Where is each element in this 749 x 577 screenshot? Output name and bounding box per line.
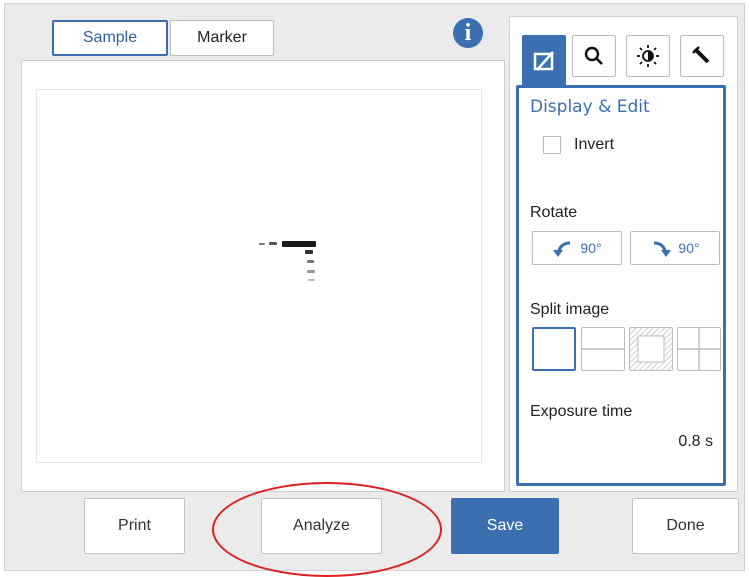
split-image-label: Split image xyxy=(530,301,610,318)
image-panel xyxy=(21,60,505,492)
split-none-button[interactable] xyxy=(532,327,576,371)
rotate-left-icon xyxy=(553,241,571,257)
blot-band xyxy=(307,260,314,263)
blot-band xyxy=(282,241,316,247)
done-button[interactable]: Done xyxy=(632,498,739,554)
split-horizontal-icon xyxy=(582,348,624,350)
print-button[interactable]: Print xyxy=(84,498,185,554)
exposure-time-value: 0.8 s xyxy=(678,433,713,450)
split-quad-icon xyxy=(678,328,720,370)
gel-image[interactable] xyxy=(36,89,482,463)
search-icon xyxy=(584,46,603,65)
imager-window: Sample Marker i Display & Edit Invert Ro… xyxy=(4,3,745,577)
blot-band xyxy=(307,270,315,273)
marker-tool-button[interactable] xyxy=(680,35,724,77)
split-frame-icon xyxy=(630,328,672,370)
rotate-left-label: 90° xyxy=(580,240,602,256)
brightness-icon xyxy=(637,45,659,67)
settings-title: Display & Edit xyxy=(530,97,650,117)
rotate-right-button[interactable]: 90° xyxy=(630,231,720,265)
display-edit-icon xyxy=(533,51,554,71)
split-frame-button[interactable] xyxy=(629,327,673,371)
exposure-time-label: Exposure time xyxy=(530,403,633,420)
brightness-tool-button[interactable] xyxy=(626,35,670,77)
zoom-tool-button[interactable] xyxy=(572,35,616,77)
rotate-label: Rotate xyxy=(530,204,578,221)
tab-sample[interactable]: Sample xyxy=(52,20,168,56)
tab-marker[interactable]: Marker xyxy=(170,20,274,56)
invert-label: Invert xyxy=(574,136,615,153)
analyze-button[interactable]: Analyze xyxy=(261,498,382,554)
rotate-left-button[interactable]: 90° xyxy=(532,231,622,265)
split-quad-button[interactable] xyxy=(677,327,721,371)
display-edit-settings: Display & Edit Invert Rotate 90° 90° Spl… xyxy=(516,85,726,486)
split-horizontal-button[interactable] xyxy=(581,327,625,371)
rotate-right-label: 90° xyxy=(678,240,700,256)
blot-band xyxy=(308,279,315,281)
display-edit-tool-button[interactable] xyxy=(522,35,566,87)
blot-band xyxy=(305,250,313,254)
blot-band xyxy=(269,242,277,245)
info-icon[interactable]: i xyxy=(453,18,483,48)
save-button[interactable]: Save xyxy=(451,498,559,554)
tool-panel: Display & Edit Invert Rotate 90° 90° Spl… xyxy=(509,16,738,492)
rotate-right-icon xyxy=(654,241,672,257)
marker-pen-icon xyxy=(692,46,710,64)
blot-band xyxy=(259,243,265,245)
invert-checkbox[interactable] xyxy=(543,136,561,154)
